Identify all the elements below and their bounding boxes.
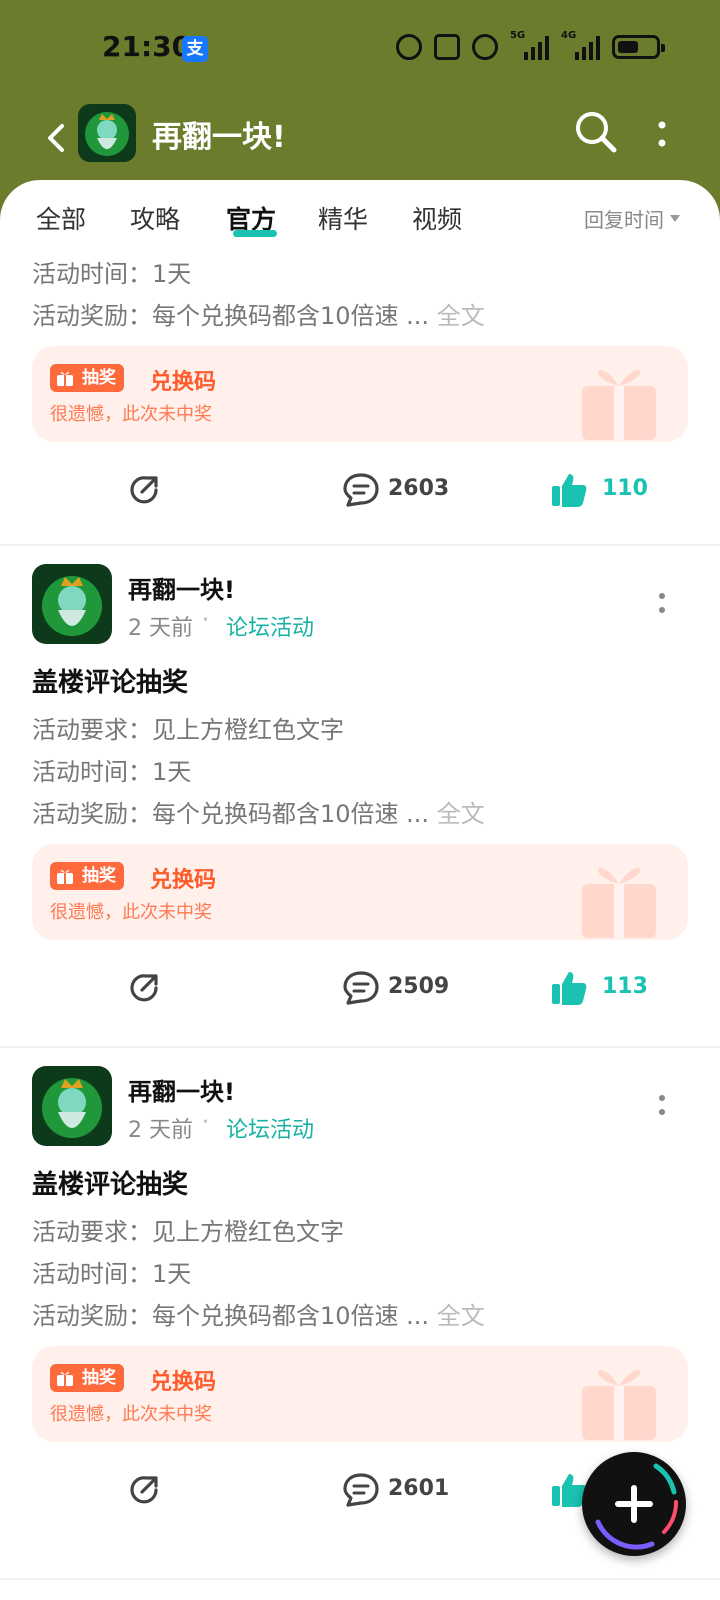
forum-header: 再翻一块! [0,96,720,180]
meta-separator: · [202,608,209,633]
lottery-badge: 抽奖 [50,364,124,392]
gift-watermark-icon [582,868,656,940]
post-category[interactable]: 论坛活动 [226,1112,314,1144]
post-author[interactable]: 再翻一块! [128,1072,235,1107]
status-icons: 5G 4G [396,30,665,60]
speed-icon [396,34,422,60]
read-more-link[interactable]: 全文 [437,1302,485,1330]
network-5g-label: 5G [510,30,526,41]
meta-separator: · [202,1110,209,1135]
caret-down-icon [670,215,680,222]
lottery-badge-label: 抽奖 [82,866,116,886]
active-tab-indicator [233,230,277,237]
share-icon[interactable] [126,970,162,1006]
signal-4g-icon: 4G [561,30,600,60]
post-title[interactable]: 盖楼评论抽奖 [32,662,188,699]
forum-title: 再翻一块! [152,120,286,155]
gift-icon [57,1371,73,1386]
battery-icon [612,35,665,59]
post-divider [0,1578,720,1580]
tab-bar: 全部 攻略 官方 精华 视频 回复时间 [0,180,720,254]
alipay-notification-icon: 支 [182,36,208,62]
lottery-badge: 抽奖 [50,1364,124,1392]
post-time: 2 天前 [128,1118,193,1143]
post-line: 活动奖励：每个兑换码都含10倍速 ... 全文 [32,794,485,829]
comment-count: 2509 [388,974,450,999]
post-line: 活动要求：见上方橙红色文字 [32,1218,344,1246]
more-vertical-icon[interactable] [654,1090,670,1120]
lottery-result: 很遗憾，此次未中奖 [50,902,212,923]
post-time: 2 天前 [128,616,193,641]
post-line: 活动奖励：每个兑换码都含10倍速 ... 全文 [32,1296,485,1331]
tab-guides[interactable]: 攻略 [130,200,180,236]
gift-icon [57,869,73,884]
more-vertical-icon[interactable] [654,588,670,618]
tab-featured[interactable]: 精华 [318,200,368,236]
author-avatar[interactable] [32,564,112,644]
tab-videos[interactable]: 视频 [412,200,462,236]
post-divider [0,1046,720,1048]
content-sheet: 全部 攻略 官方 精华 视频 回复时间 活动时间：1天 活动奖励：每个兑换码都含… [0,180,720,1600]
gift-icon [57,371,73,386]
search-icon[interactable] [572,108,620,156]
lottery-prize: 兑换码 [150,370,217,395]
battery-level [618,41,638,53]
share-icon[interactable] [126,1472,162,1508]
like-count: 110 [602,476,648,501]
comment-icon[interactable] [342,472,380,508]
create-post-button[interactable] [582,1452,686,1556]
post-line-text: 活动奖励：每个兑换码都含10倍速 ... [32,302,430,330]
post-category[interactable]: 论坛活动 [226,610,314,642]
like-count: 113 [602,974,648,999]
thumbs-up-icon[interactable] [550,970,588,1006]
gift-watermark-icon [582,1370,656,1442]
plus-icon [615,1485,653,1523]
post-line: 活动时间：1天 [32,758,192,786]
lottery-card[interactable]: 抽奖 兑换码 很遗憾，此次未中奖 [32,844,688,940]
share-icon[interactable] [126,472,162,508]
post-card[interactable]: 再翻一块! 2 天前 · 论坛活动 盖楼评论抽奖 活动要求：见上方橙红色文字 活… [0,564,720,1046]
comment-icon[interactable] [342,1472,380,1508]
lottery-badge-label: 抽奖 [82,1368,116,1388]
post-card[interactable]: 活动时间：1天 活动奖励：每个兑换码都含10倍速 ... 全文 抽奖 兑换码 很… [0,254,720,544]
network-4g-label: 4G [561,30,577,41]
post-line-text: 活动奖励：每个兑换码都含10倍速 ... [32,1302,430,1330]
lottery-prize: 兑换码 [150,1370,217,1395]
lottery-result: 很遗憾，此次未中奖 [50,1404,212,1425]
post-line-text: 活动奖励：每个兑换码都含10倍速 ... [32,800,430,828]
lottery-badge: 抽奖 [50,862,124,890]
alarm-icon [472,34,498,60]
tab-all[interactable]: 全部 [36,200,86,236]
sort-label: 回复时间 [584,208,664,232]
gift-watermark-icon [582,370,656,442]
comment-icon[interactable] [342,970,380,1006]
forum-avatar[interactable] [78,104,136,162]
lottery-prize: 兑换码 [150,868,217,893]
post-divider [0,544,720,546]
lottery-card[interactable]: 抽奖 兑换码 很遗憾，此次未中奖 [32,1346,688,1442]
signal-5g-icon: 5G [510,30,549,60]
post-line: 活动要求：见上方橙红色文字 [32,716,344,744]
read-more-link[interactable]: 全文 [437,800,485,828]
sort-dropdown[interactable]: 回复时间 [584,204,680,233]
lottery-badge-label: 抽奖 [82,368,116,388]
post-title[interactable]: 盖楼评论抽奖 [32,1164,188,1201]
post-line: 活动时间：1天 [32,260,192,288]
status-time: 21:30 [102,30,192,63]
post-line: 活动奖励：每个兑换码都含10倍速 ... 全文 [32,296,485,331]
post-line: 活动时间：1天 [32,1260,192,1288]
comment-count: 2601 [388,1476,450,1501]
author-avatar[interactable] [32,1066,112,1146]
more-vertical-icon[interactable] [648,114,676,154]
status-bar: 21:30 支 5G 4G [0,0,720,96]
lottery-result: 很遗憾，此次未中奖 [50,404,212,425]
post-author[interactable]: 再翻一块! [128,570,235,605]
comment-count: 2603 [388,476,450,501]
nfc-icon [434,34,460,60]
back-arrow-icon[interactable] [38,118,78,158]
lottery-card[interactable]: 抽奖 兑换码 很遗憾，此次未中奖 [32,346,688,442]
thumbs-up-icon[interactable] [550,472,588,508]
read-more-link[interactable]: 全文 [437,302,485,330]
